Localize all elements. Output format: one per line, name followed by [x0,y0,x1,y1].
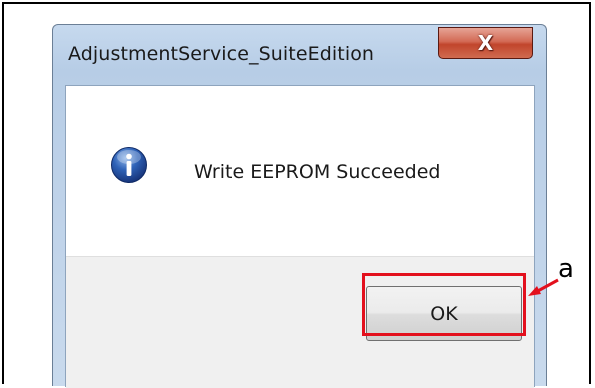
message-panel: Write EEPROM Succeeded [66,86,534,256]
window-title: AdjustmentService_SuiteEdition [68,43,375,65]
info-icon [111,147,147,183]
title-bar[interactable]: AdjustmentService_SuiteEdition X [53,25,546,85]
dialog-body: Write EEPROM Succeeded OK [65,85,535,388]
close-icon: X [477,31,494,55]
close-button[interactable]: X [438,27,533,59]
message-text: Write EEPROM Succeeded [194,161,441,183]
ok-button[interactable]: OK [366,286,522,341]
message-dialog: AdjustmentService_SuiteEdition X Write E… [52,24,547,388]
callout-label: a [558,254,574,284]
